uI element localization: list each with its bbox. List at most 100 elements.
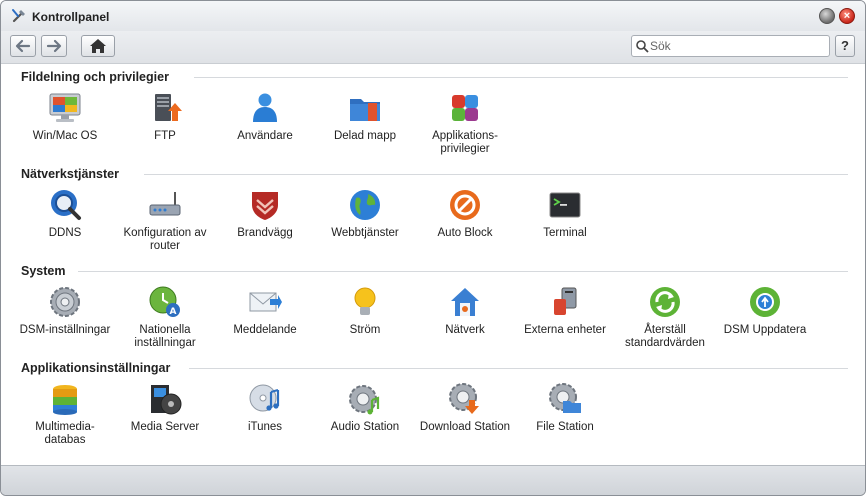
control-panel-window: Kontrollpanel × ? bbox=[0, 0, 866, 496]
window-title: Kontrollpanel bbox=[32, 10, 110, 24]
database-icon bbox=[53, 385, 77, 415]
svg-text:A: A bbox=[170, 307, 177, 317]
app-privileges-icon bbox=[452, 95, 478, 121]
item-label: Användare bbox=[237, 130, 293, 142]
notification-icon bbox=[249, 292, 282, 312]
item-file-station[interactable]: File Station bbox=[516, 382, 614, 434]
back-button[interactable] bbox=[10, 35, 36, 57]
item-ddns[interactable]: DDNS bbox=[16, 188, 114, 240]
content-area: Fildelning och privilegier Win/Mac OS FT… bbox=[4, 64, 862, 464]
shared-folder-icon bbox=[350, 99, 380, 121]
item-label: Konfiguration av router bbox=[123, 227, 207, 252]
firewall-icon bbox=[252, 192, 278, 220]
search-field[interactable] bbox=[631, 35, 830, 57]
item-router-config[interactable]: Konfiguration av router bbox=[116, 188, 214, 253]
itunes-icon bbox=[249, 384, 280, 412]
auto-block-icon bbox=[450, 190, 480, 220]
item-win-mac-os[interactable]: Win/Mac OS bbox=[16, 91, 114, 143]
home-button[interactable] bbox=[81, 35, 115, 57]
terminal-icon bbox=[549, 192, 581, 218]
item-label: Brandvägg bbox=[237, 227, 293, 239]
item-regional-settings[interactable]: A Nationella inställningar bbox=[116, 285, 214, 350]
item-download-station[interactable]: Download Station bbox=[416, 382, 514, 434]
item-app-privileges[interactable]: Applikations-privilegier bbox=[416, 91, 514, 156]
download-station-icon bbox=[449, 383, 479, 414]
section-title-system: System bbox=[21, 264, 66, 278]
item-label: Återställ standardvärden bbox=[625, 324, 705, 349]
item-media-database[interactable]: Multimedia-databas bbox=[16, 382, 114, 447]
item-terminal[interactable]: Terminal bbox=[516, 188, 614, 240]
item-label: Delad mapp bbox=[333, 130, 396, 142]
section-title-network-services: Nätverkstjänster bbox=[21, 167, 119, 181]
item-media-server[interactable]: Media Server bbox=[116, 382, 214, 434]
item-ftp[interactable]: FTP bbox=[116, 91, 214, 143]
item-network[interactable]: Nätverk bbox=[416, 285, 514, 337]
item-dsm-settings[interactable]: DSM-inställningar bbox=[16, 285, 114, 337]
item-auto-block[interactable]: Auto Block bbox=[416, 188, 514, 240]
toolbar: ? bbox=[1, 31, 865, 64]
section-divider bbox=[78, 271, 848, 272]
ftp-icon bbox=[155, 94, 182, 121]
item-label: File Station bbox=[536, 421, 594, 433]
section-divider bbox=[189, 368, 848, 369]
item-dsm-update[interactable]: DSM Uppdatera bbox=[716, 285, 814, 337]
status-bar bbox=[1, 465, 865, 495]
arrow-right-icon bbox=[46, 39, 62, 53]
item-web-services[interactable]: Webbtjänster bbox=[316, 188, 414, 240]
item-users[interactable]: Användare bbox=[216, 91, 314, 143]
file-station-icon bbox=[549, 383, 581, 413]
router-icon bbox=[149, 192, 181, 216]
refresh-icon bbox=[650, 287, 680, 317]
item-label: Terminal bbox=[543, 227, 587, 239]
item-label: DSM Uppdatera bbox=[723, 324, 807, 336]
regional-settings-icon: A bbox=[149, 286, 180, 317]
ddns-icon bbox=[51, 190, 81, 220]
forward-button[interactable] bbox=[41, 35, 67, 57]
item-firewall[interactable]: Brandvägg bbox=[216, 188, 314, 240]
home-icon bbox=[90, 39, 106, 53]
item-label: Meddelande bbox=[233, 324, 297, 336]
section-divider bbox=[144, 174, 848, 175]
user-icon bbox=[253, 93, 277, 122]
item-label: FTP bbox=[154, 130, 176, 142]
section-title-file-sharing: Fildelning och privilegier bbox=[21, 70, 169, 84]
item-label: iTunes bbox=[247, 421, 283, 433]
item-label: DDNS bbox=[48, 227, 82, 239]
item-label: Webbtjänster bbox=[331, 227, 399, 239]
help-button[interactable]: ? bbox=[835, 35, 855, 57]
network-home-icon bbox=[451, 288, 479, 316]
dsm-update-icon bbox=[750, 287, 780, 317]
audio-station-icon bbox=[349, 385, 380, 415]
item-itunes[interactable]: iTunes bbox=[216, 382, 314, 434]
item-label: Auto Block bbox=[437, 227, 493, 239]
item-shared-folder[interactable]: Delad mapp bbox=[316, 91, 414, 143]
arrow-left-icon bbox=[15, 39, 31, 53]
search-input[interactable] bbox=[650, 38, 825, 54]
item-label: Win/Mac OS bbox=[32, 130, 98, 142]
item-label: Nationella inställningar bbox=[134, 324, 196, 349]
item-label: Multimedia-databas bbox=[35, 421, 95, 446]
item-label: Download Station bbox=[419, 421, 511, 433]
media-server-icon bbox=[151, 385, 182, 415]
tools-icon bbox=[12, 9, 25, 23]
item-external-devices[interactable]: Externa enheter bbox=[516, 285, 614, 337]
item-label: Media Server bbox=[130, 421, 200, 433]
item-power[interactable]: Ström bbox=[316, 285, 414, 337]
title-bar[interactable]: Kontrollpanel × bbox=[1, 1, 865, 31]
close-button[interactable]: × bbox=[839, 8, 855, 24]
item-restore-defaults[interactable]: Återställ standardvärden bbox=[616, 285, 714, 350]
search-icon bbox=[636, 40, 649, 53]
lightbulb-icon bbox=[354, 287, 376, 315]
item-notification[interactable]: Meddelande bbox=[216, 285, 314, 337]
item-audio-station[interactable]: Audio Station bbox=[316, 382, 414, 434]
minimize-button[interactable] bbox=[819, 8, 835, 24]
item-label: Externa enheter bbox=[524, 324, 606, 336]
dsm-settings-icon bbox=[50, 287, 80, 317]
section-divider bbox=[194, 77, 848, 78]
section-title-app-settings: Applikationsinställningar bbox=[21, 361, 171, 375]
external-devices-icon bbox=[554, 287, 577, 315]
item-label: Nätverk bbox=[445, 324, 485, 336]
item-label: Audio Station bbox=[330, 421, 400, 433]
win-mac-icon bbox=[49, 93, 81, 122]
item-label: DSM-inställningar bbox=[19, 324, 111, 336]
